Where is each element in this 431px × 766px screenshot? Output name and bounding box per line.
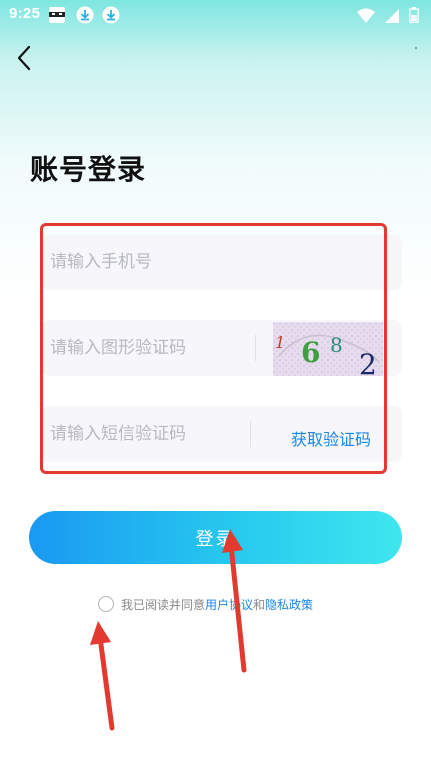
download-icon — [76, 6, 94, 24]
wifi-icon — [357, 8, 375, 27]
agreement-row: 我已阅读并同意 用户协议 和 隐私政策 — [98, 594, 313, 614]
sms-code-input[interactable] — [50, 406, 245, 462]
phone-field — [42, 234, 402, 290]
annotation-arrows — [90, 529, 247, 731]
status-time: 9:25 — [9, 5, 41, 22]
user-agreement-link[interactable]: 用户协议 — [205, 596, 253, 613]
captcha-char: 1 — [275, 333, 285, 352]
field-divider — [255, 335, 256, 361]
ninja-app-icon — [48, 6, 66, 24]
chevron-left-icon — [16, 45, 32, 75]
download-icon — [102, 6, 120, 24]
agreement-checkbox[interactable] — [98, 596, 114, 612]
login-button[interactable]: 登录 — [29, 511, 402, 564]
cellular-signal-icon — [385, 8, 399, 27]
back-button[interactable] — [10, 44, 38, 76]
privacy-policy-link[interactable]: 隐私政策 — [265, 596, 313, 613]
get-code-button[interactable]: 获取验证码 — [291, 426, 371, 450]
page-title: 账号登录 — [30, 153, 147, 186]
captcha-char: 6 — [301, 336, 320, 369]
captcha-char: 2 — [359, 348, 377, 376]
captcha-char: 8 — [330, 333, 343, 357]
captcha-image[interactable]: 1 6 8 2 — [273, 322, 383, 381]
battery-icon — [408, 7, 420, 27]
phone-input[interactable] — [50, 234, 390, 290]
annotation-arrow — [90, 621, 115, 731]
captcha-input[interactable] — [50, 320, 250, 376]
decorative-dot — [415, 47, 417, 49]
field-divider — [250, 421, 251, 447]
agreement-prefix: 我已阅读并同意 — [121, 597, 206, 612]
agreement-and: 和 — [253, 597, 266, 612]
status-bar: 9:25 — [0, 0, 431, 30]
